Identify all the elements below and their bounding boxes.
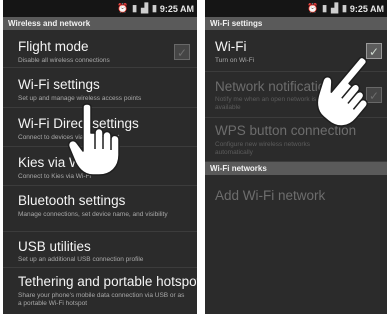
section-header: Wi-Fi settings [205,17,387,30]
status-icons: ⏰▮▟▮ [307,3,351,14]
item-subtitle: Share your phone's mobile data connectio… [18,292,185,307]
item-title: Flight mode [18,39,89,54]
wifi-networks-section-header: Wi-Fi networks [205,162,387,175]
item-title: Wi-Fi settings [18,77,100,92]
item-subtitle: Configure new wireless networks automati… [215,141,311,156]
bluetooth-settings-item[interactable]: Bluetooth settings Manage connections, s… [3,186,197,232]
item-subtitle: Disable all wireless connections [18,57,110,64]
status-time: 9:25 AM [159,4,194,14]
status-bar: ⏰▮▟▮ 9:25 AM [205,0,387,17]
item-subtitle: Set up an additional USB connection prof… [18,256,144,263]
tethering-hotspot-item[interactable]: Tethering and portable hotspot Share you… [3,268,197,314]
item-title: Tethering and portable hotspot [18,274,197,289]
item-title: Wi-Fi [215,39,247,54]
sim-icon: ▮ [132,3,142,13]
status-icons: ⏰▮▟▮ [117,3,161,14]
status-time: 9:25 AM [349,4,384,14]
alarm-icon: ⏰ [306,3,323,13]
pointing-hand-icon [67,103,120,176]
add-wifi-network-label: Add Wi-Fi network [215,188,326,203]
item-title: USB utilities [18,239,91,254]
item-title: Bluetooth settings [18,193,126,208]
item-subtitle: Set up and manage wireless access points [18,95,142,102]
flight-mode-item[interactable]: Flight mode Disable all wireless connect… [3,30,197,68]
pointing-hand-icon [316,56,368,127]
signal-icon: ▟ [331,3,343,13]
sim-icon: ▮ [322,3,332,13]
section-header: Wireless and network [3,17,197,30]
usb-utilities-item[interactable]: USB utilities Set up an additional USB c… [3,232,197,268]
checkbox-check-icon: ✓ [176,46,188,60]
wifi-settings-item[interactable]: Wi-Fi settings Set up and manage wireles… [3,68,197,108]
signal-icon: ▟ [141,3,153,13]
item-subtitle: Manage connections, set device name, and… [18,211,168,218]
add-wifi-network-item[interactable]: Add Wi-Fi network [205,175,387,215]
left-phone-screen: ⏰▮▟▮ 9:25 AM Wireless and network Flight… [3,0,197,314]
status-bar: ⏰▮▟▮ 9:25 AM [3,0,197,17]
flight-mode-checkbox[interactable]: ✓ [174,44,190,60]
right-phone-screen: ⏰▮▟▮ 9:25 AM Wi-Fi settings Wi-Fi Turn o… [205,0,387,314]
alarm-icon: ⏰ [116,3,133,13]
